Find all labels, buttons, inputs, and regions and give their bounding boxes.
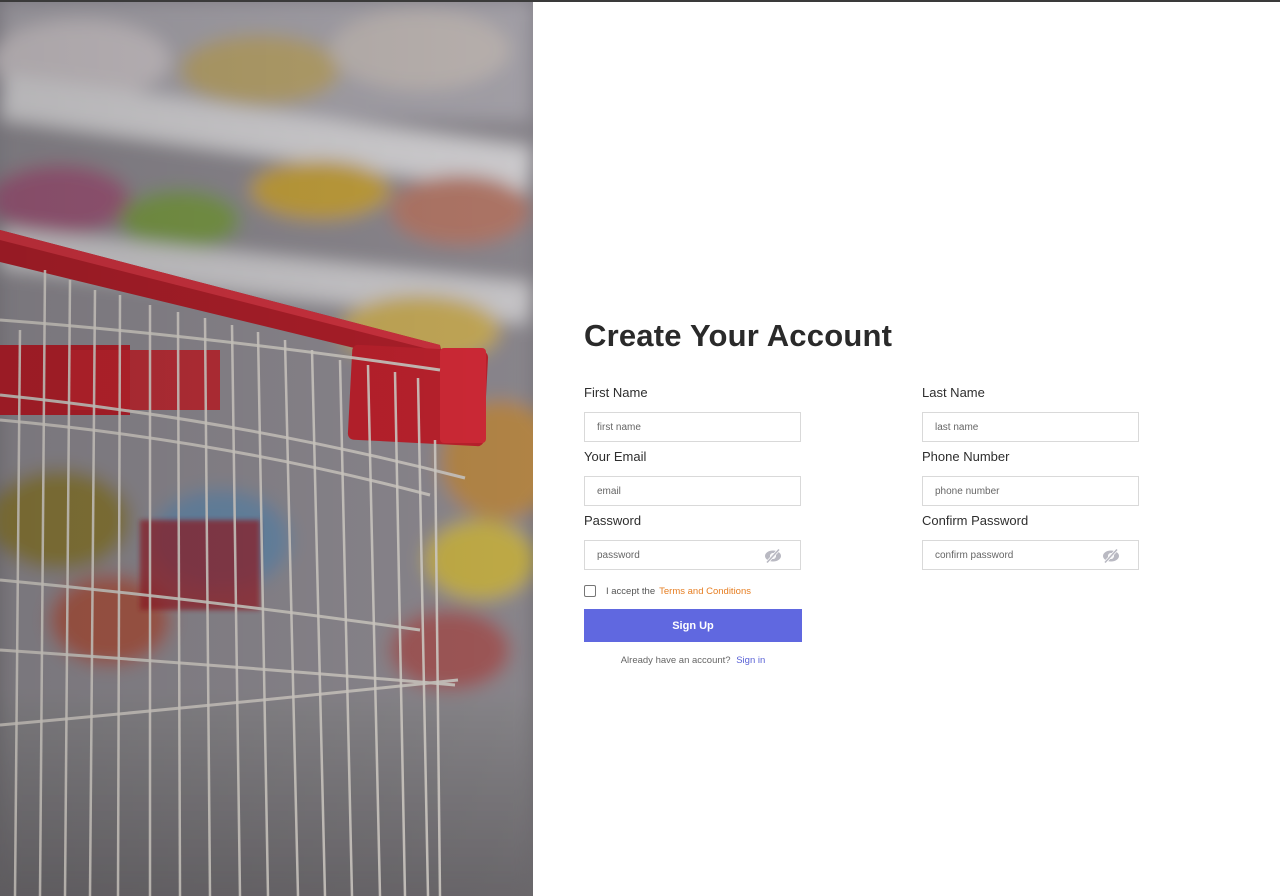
email-box [584,476,801,506]
last-name-box [922,412,1139,442]
terms-row: I accept the Terms and Conditions [584,584,751,598]
password-label: Password [584,513,642,528]
phone-field: Phone Number [922,448,1139,506]
hero-image [0,0,533,896]
last-name-label: Last Name [922,385,985,400]
last-name-input[interactable] [923,413,1138,441]
sign-up-button[interactable]: Sign Up [584,609,802,642]
phone-input[interactable] [923,477,1138,505]
terms-link[interactable]: Terms and Conditions [659,586,751,597]
signin-link[interactable]: Sign in [736,655,765,666]
phone-box [922,476,1139,506]
email-label: Your Email [584,449,647,464]
eye-slash-icon[interactable] [1102,548,1120,564]
eye-slash-icon[interactable] [764,548,782,564]
email-input[interactable] [585,477,800,505]
confirm-password-field: Confirm Password [922,512,1139,570]
page-title: Create Your Account [584,318,893,353]
last-name-field: Last Name [922,384,1139,442]
terms-prefix: I accept the [606,585,656,597]
first-name-label: First Name [584,385,648,400]
first-name-input[interactable] [585,413,800,441]
password-box [584,540,801,570]
confirm-password-box [922,540,1139,570]
terms-checkbox[interactable] [584,585,596,597]
first-name-box [584,412,801,442]
first-name-field: First Name [584,384,801,442]
password-field: Password [584,512,801,570]
email-field: Your Email [584,448,801,506]
signin-prompt: Already have an account? [620,655,731,666]
signin-row: Already have an account? Sign in [584,655,802,666]
window-top-border [0,0,1280,2]
confirm-password-label: Confirm Password [922,513,1029,528]
phone-label: Phone Number [922,449,1010,464]
